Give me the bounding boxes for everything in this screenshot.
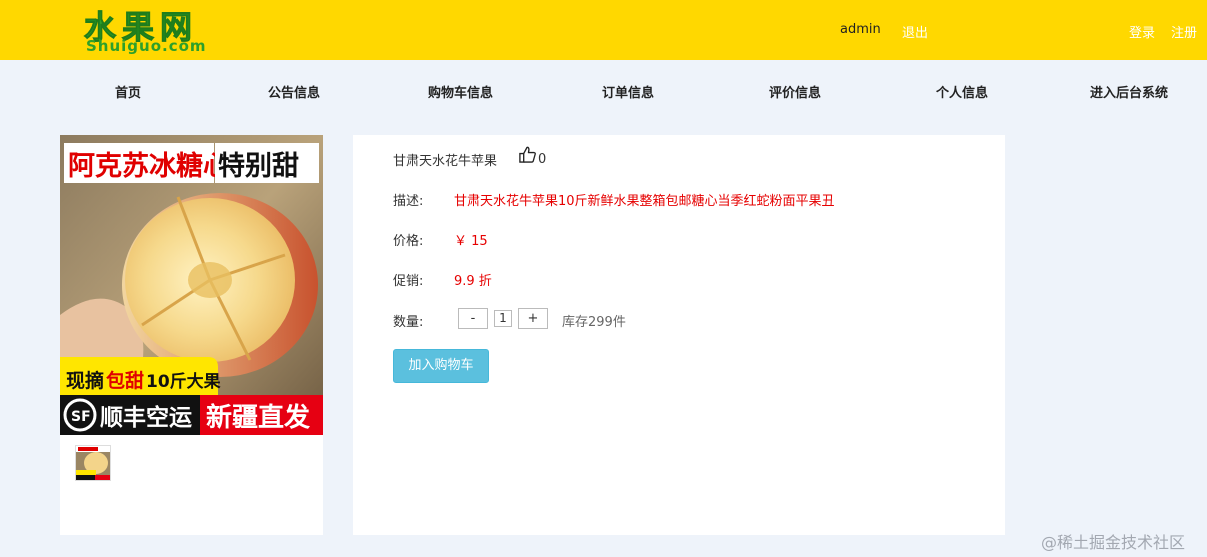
register-link[interactable]: 注册 — [1171, 22, 1197, 41]
watermark: @稀土掘金技术社区 — [1041, 533, 1186, 552]
quantity-label: 数量: — [393, 315, 424, 330]
product-info: 甘肃天水花牛苹果 0 描述: 甘肃天水花牛苹果10斤新鲜水果整箱包邮糖心当季红蛇… — [353, 135, 1005, 535]
promo-label: 促销: — [393, 274, 424, 289]
banner-mid-right-text: 10斤大果 — [146, 371, 221, 392]
nav-item-cart[interactable]: 购物车信息 — [428, 82, 493, 101]
price-value: ￥ 15 — [454, 234, 488, 249]
banner-top-right-text: 特别甜 — [218, 151, 299, 182]
site-logo[interactable]: 水果网 Shuiguo.com — [83, 6, 244, 56]
banner-mid-left-text: 现摘 — [66, 369, 104, 392]
current-username: admin — [840, 22, 881, 37]
login-link[interactable]: 登录 — [1129, 22, 1155, 41]
like-count: 0 — [538, 152, 547, 167]
banner-bottom-left-text: 顺丰空运 — [100, 404, 192, 431]
top-header: 水果网 Shuiguo.com admin 退出 登录 注册 — [0, 0, 1207, 60]
product-gallery: 阿克苏冰糖心 特别甜 现摘 包甜 10斤大果 SF 顺丰空运 新疆直发 — [60, 135, 323, 535]
banner-bottom-right-text: 新疆直发 — [206, 402, 310, 433]
quantity-input[interactable]: 1 — [494, 310, 512, 327]
nav-item-reviews[interactable]: 评价信息 — [769, 82, 821, 101]
nav-item-orders[interactable]: 订单信息 — [602, 82, 654, 101]
quantity-plus-button[interactable]: + — [518, 308, 548, 329]
promo-value: 9.9 折 — [454, 274, 492, 289]
nav-item-home[interactable]: 首页 — [115, 82, 141, 101]
logo-english-text: Shuiguo.com — [86, 37, 207, 55]
main-nav: 首页 公告信息 购物车信息 订单信息 评价信息 个人信息 进入后台系统 — [0, 60, 1207, 118]
banner-top-text: 阿克苏冰糖心 — [68, 150, 230, 182]
product-name: 甘肃天水花牛苹果 — [393, 154, 498, 169]
product-main-image: 阿克苏冰糖心 特别甜 现摘 包甜 10斤大果 SF 顺丰空运 新疆直发 — [60, 135, 323, 435]
sf-logo-text: SF — [71, 409, 91, 425]
nav-item-admin[interactable]: 进入后台系统 — [1090, 82, 1168, 101]
price-label: 价格: — [393, 234, 424, 249]
quantity-minus-button[interactable]: - — [458, 308, 488, 329]
nav-item-profile[interactable]: 个人信息 — [936, 82, 988, 101]
stock-text: 库存299件 — [562, 315, 626, 330]
desc-value: 甘肃天水花牛苹果10斤新鲜水果整箱包邮糖心当季红蛇粉面平果丑 — [454, 194, 835, 209]
logout-link[interactable]: 退出 — [902, 22, 928, 41]
product-thumbnail[interactable] — [75, 445, 111, 481]
nav-item-announcements[interactable]: 公告信息 — [268, 82, 320, 101]
add-to-cart-button[interactable]: 加入购物车 — [393, 349, 489, 383]
thumbs-up-icon — [518, 145, 537, 168]
desc-label: 描述: — [393, 194, 424, 209]
banner-mid-red-text: 包甜 — [106, 369, 144, 392]
like-button[interactable]: 0 — [518, 145, 546, 168]
